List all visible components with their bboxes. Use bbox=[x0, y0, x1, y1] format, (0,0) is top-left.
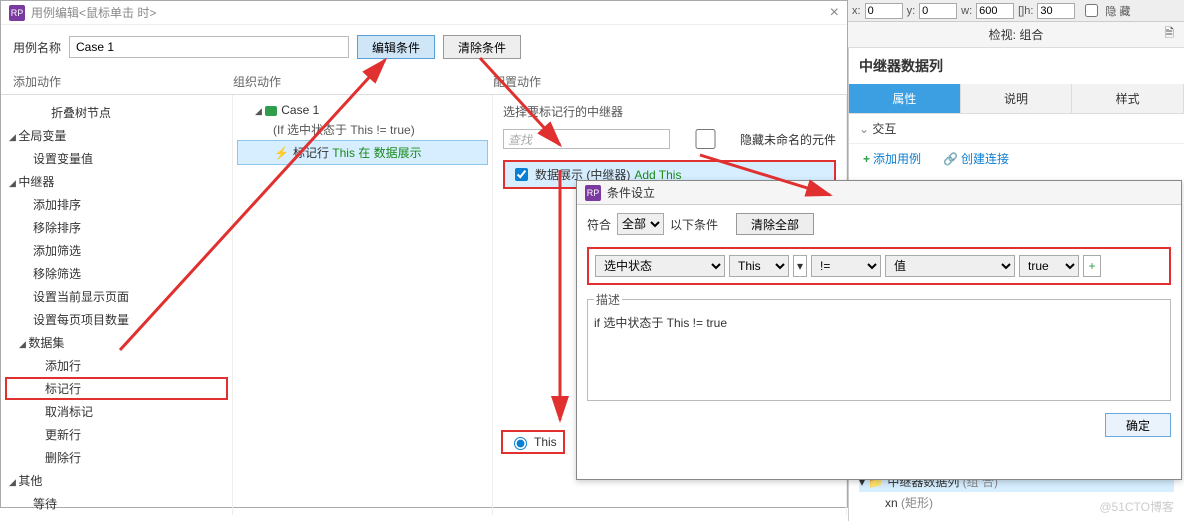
inspect-bar: 检视: 组合 🗎 bbox=[848, 22, 1184, 48]
add-condition-button[interactable]: + bbox=[1083, 255, 1101, 277]
match-select[interactable]: 全部 bbox=[617, 213, 664, 235]
hide-unnamed-checkbox[interactable] bbox=[680, 129, 731, 149]
dialog-title: 用例编辑<鼠标单击 时> bbox=[31, 4, 156, 21]
tree-remove-filter[interactable]: 移除筛选 bbox=[5, 262, 228, 285]
tree-remove-sort[interactable]: 移除排序 bbox=[5, 216, 228, 239]
rp-icon: RP bbox=[9, 5, 25, 21]
bolt-icon: ⚡ bbox=[274, 146, 289, 160]
inspect-label: 检视: 组合 bbox=[989, 26, 1044, 43]
tree-mark-row[interactable]: 标记行 bbox=[5, 377, 228, 400]
match-row: 符合 全部 以下条件 清除全部 bbox=[577, 205, 1181, 243]
edit-condition-button[interactable]: 编辑条件 bbox=[357, 35, 435, 59]
tab-notes[interactable]: 说明 bbox=[961, 84, 1073, 113]
condition-line: 选中状态 This ▾ != 值 true + bbox=[587, 247, 1171, 285]
organize-panel: ◢ Case 1 (If 选中状态于 This != true) ⚡标记行 Th… bbox=[233, 95, 493, 515]
hdr-configure: 配置动作 bbox=[493, 69, 835, 94]
tree-add-filter[interactable]: 添加筛选 bbox=[5, 239, 228, 262]
hide-label: 隐 藏 bbox=[1105, 3, 1130, 19]
tree-dataset[interactable]: 数据集 bbox=[5, 331, 228, 354]
condition-dialog: RP 条件设立 符合 全部 以下条件 清除全部 选中状态 This ▾ != 值… bbox=[576, 180, 1182, 480]
inspector-tabs: 属性 说明 样式 bbox=[849, 84, 1184, 114]
tree-add-sort[interactable]: 添加排序 bbox=[5, 193, 228, 216]
condition-titlebar: RP 条件设立 bbox=[577, 181, 1181, 205]
h-label: []h: bbox=[1018, 5, 1033, 17]
clear-all-button[interactable]: 清除全部 bbox=[736, 213, 814, 235]
h-input[interactable] bbox=[1037, 3, 1075, 19]
case-condition-text: (If 选中状态于 This != true) bbox=[237, 119, 488, 140]
tree-set-pagesize[interactable]: 设置每页项目数量 bbox=[5, 308, 228, 331]
actions-tree-panel: 折叠树节点 全局变量 设置变量值 中继器 添加排序 移除排序 添加筛选 移除筛选… bbox=[1, 95, 233, 515]
tree-delete-row[interactable]: 删除行 bbox=[5, 446, 228, 469]
add-case-link[interactable]: +添加用例 bbox=[863, 150, 921, 167]
tree-update-row[interactable]: 更新行 bbox=[5, 423, 228, 446]
x-label: x: bbox=[852, 5, 861, 17]
tab-style[interactable]: 样式 bbox=[1072, 84, 1184, 113]
plus-icon: + bbox=[863, 152, 870, 166]
tree-global-vars[interactable]: 全局变量 bbox=[5, 124, 228, 147]
interaction-links: +添加用例 🔗创建连接 bbox=[849, 144, 1184, 173]
case-name-row: 用例名称 编辑条件 清除条件 bbox=[1, 25, 847, 69]
column-headers: 添加动作 组织动作 配置动作 bbox=[1, 69, 847, 95]
case-name-input[interactable] bbox=[69, 36, 349, 58]
note-icon[interactable]: 🗎 bbox=[1164, 24, 1174, 45]
cond-left-target[interactable]: This bbox=[729, 255, 789, 277]
close-icon[interactable]: × bbox=[830, 4, 839, 22]
case-node[interactable]: ◢ Case 1 bbox=[237, 101, 488, 119]
widget-title: 中继器数据列 bbox=[859, 56, 1174, 76]
tree-wait[interactable]: 等待 bbox=[5, 492, 228, 515]
w-input[interactable] bbox=[976, 3, 1014, 19]
description-fieldset: 描述 if 选中状态于 This != true bbox=[587, 291, 1171, 401]
clear-condition-button[interactable]: 清除条件 bbox=[443, 35, 521, 59]
this-radio[interactable] bbox=[514, 437, 527, 450]
tree-add-row[interactable]: 添加行 bbox=[5, 354, 228, 377]
description-legend: 描述 bbox=[594, 291, 622, 308]
hide-checkbox[interactable] bbox=[1085, 4, 1098, 17]
match-label: 符合 bbox=[587, 216, 611, 233]
ok-row: 确定 bbox=[577, 407, 1181, 443]
section-interactions[interactable]: 交互 bbox=[849, 114, 1184, 144]
x-input[interactable] bbox=[865, 3, 903, 19]
dialog-titlebar: RP 用例编辑<鼠标单击 时> × bbox=[1, 1, 847, 25]
search-row: 隐藏未命名的元件 bbox=[497, 122, 842, 156]
y-label: y: bbox=[907, 5, 916, 17]
chevron-down-icon[interactable]: ▾ bbox=[793, 255, 807, 277]
case-action-row[interactable]: ⚡标记行 This 在 数据展示 bbox=[237, 140, 488, 165]
case-icon bbox=[265, 106, 277, 116]
y-input[interactable] bbox=[919, 3, 957, 19]
configure-label: 选择要标记行的中继器 bbox=[497, 101, 842, 122]
tab-properties[interactable]: 属性 bbox=[849, 84, 961, 113]
hdr-organize: 组织动作 bbox=[233, 69, 493, 94]
condition-title: 条件设立 bbox=[607, 184, 655, 201]
repeater-checkbox[interactable] bbox=[515, 168, 528, 181]
actions-tree: 折叠树节点 全局变量 设置变量值 中继器 添加排序 移除排序 添加筛选 移除筛选… bbox=[5, 101, 228, 515]
this-label: This bbox=[534, 435, 557, 449]
rp-icon-2: RP bbox=[585, 185, 601, 201]
ok-button[interactable]: 确定 bbox=[1105, 413, 1171, 437]
w-label: w: bbox=[961, 5, 972, 17]
hdr-add-action: 添加动作 bbox=[13, 69, 233, 94]
cond-right-type[interactable]: 值 bbox=[885, 255, 1015, 277]
cond-left-type[interactable]: 选中状态 bbox=[595, 255, 725, 277]
search-input[interactable] bbox=[503, 129, 670, 149]
hide-unnamed-label: 隐藏未命名的元件 bbox=[740, 131, 836, 148]
tree-unmark[interactable]: 取消标记 bbox=[5, 400, 228, 423]
match-tail: 以下条件 bbox=[670, 216, 718, 233]
this-radio-row[interactable]: This bbox=[501, 430, 565, 454]
tree-other[interactable]: 其他 bbox=[5, 469, 228, 492]
cond-right-value[interactable]: true bbox=[1019, 255, 1079, 277]
case-name-label: 用例名称 bbox=[13, 39, 61, 56]
watermark: @51CTO博客 bbox=[1099, 498, 1174, 515]
tree-repeater[interactable]: 中继器 bbox=[5, 170, 228, 193]
tree-collapse-nodes[interactable]: 折叠树节点 bbox=[5, 101, 228, 124]
create-link-link[interactable]: 🔗创建连接 bbox=[943, 150, 1009, 167]
coords-bar: x: y: w: []h: 隐 藏 bbox=[848, 0, 1184, 22]
link-icon: 🔗 bbox=[943, 152, 958, 166]
cond-operator[interactable]: != bbox=[811, 255, 881, 277]
description-text: if 选中状态于 This != true bbox=[594, 314, 1164, 331]
tree-set-page[interactable]: 设置当前显示页面 bbox=[5, 285, 228, 308]
tree-set-var[interactable]: 设置变量值 bbox=[5, 147, 228, 170]
